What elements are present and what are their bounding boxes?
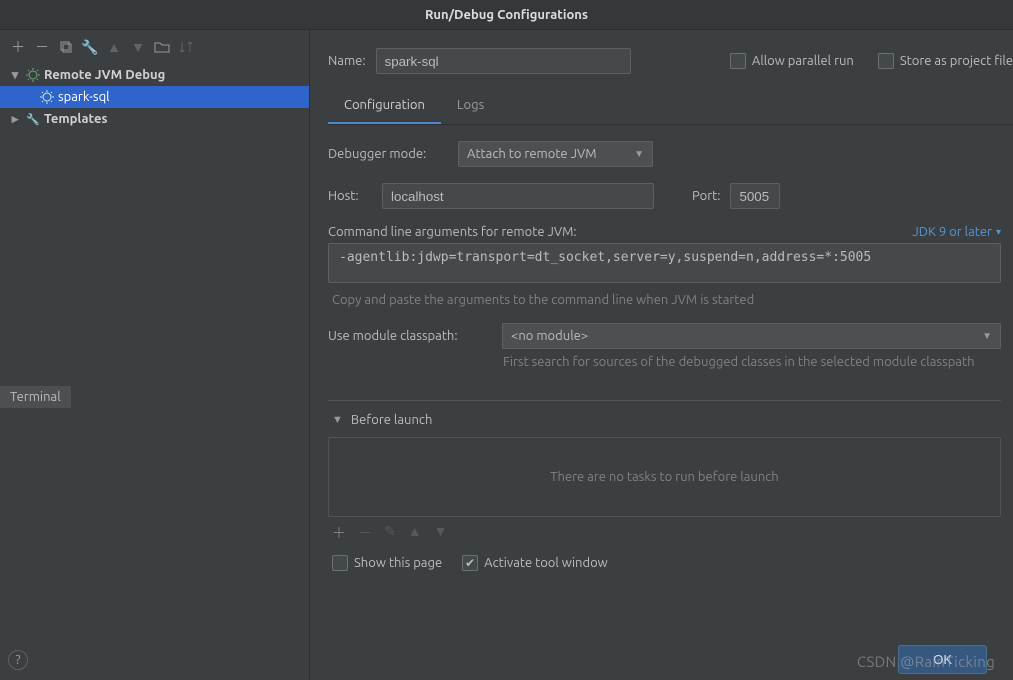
tabs: Configuration Logs — [328, 90, 1013, 125]
help-button[interactable]: ? — [8, 650, 28, 670]
cmdargs-label: Command line arguments for remote JVM: — [328, 225, 577, 239]
tree-node-spark-sql[interactable]: spark-sql — [0, 86, 309, 108]
show-this-page-checkbox[interactable] — [332, 555, 348, 571]
debugger-mode-select[interactable]: Attach to remote JVM ▼ — [458, 141, 653, 167]
wrench-icon: 🔧 — [26, 112, 40, 126]
name-label: Name: — [328, 54, 366, 68]
chevron-down-icon: ▼ — [332, 414, 343, 426]
before-launch-list: There are no tasks to run before launch — [328, 437, 1001, 517]
activate-tool-window-label: Activate tool window — [484, 556, 608, 570]
window-title: Run/Debug Configurations — [0, 0, 1013, 30]
jdk-label: JDK 9 or later — [912, 225, 992, 239]
terminal-tab[interactable]: Terminal — [0, 386, 71, 408]
down-icon[interactable]: ▼ — [434, 523, 448, 543]
remove-icon[interactable]: － — [358, 523, 372, 543]
module-classpath-label: Use module classpath: — [328, 329, 492, 343]
store-project-file-checkbox[interactable] — [878, 53, 894, 69]
activate-tool-window-checkbox[interactable] — [462, 555, 478, 571]
show-this-page-label: Show this page — [354, 556, 442, 570]
allow-parallel-label: Allow parallel run — [752, 54, 854, 68]
remove-icon[interactable]: － — [34, 39, 50, 55]
tree-node-remote-jvm-debug[interactable]: ▾ Remote JVM Debug — [0, 64, 309, 86]
module-classpath-select[interactable]: <no module> ▼ — [502, 323, 1001, 349]
up-icon[interactable]: ▲ — [106, 39, 122, 55]
tree-node-label: Templates — [44, 112, 108, 126]
copy-icon[interactable] — [58, 39, 74, 55]
jdk-select[interactable]: JDK 9 or later ▾ — [912, 225, 1001, 239]
name-input[interactable] — [376, 48, 631, 74]
tree-node-label: Remote JVM Debug — [44, 68, 165, 82]
wrench-icon[interactable]: 🔧 — [82, 39, 98, 55]
copy-hint: Copy and paste the arguments to the comm… — [332, 293, 1007, 307]
tree-node-label: spark-sql — [58, 90, 110, 104]
config-tree: ▾ Remote JVM Debug spark-sql ▸ 🔧 Templat… — [0, 59, 309, 680]
host-input[interactable] — [382, 183, 654, 209]
store-project-file-label: Store as project file — [900, 54, 1013, 68]
tree-node-templates[interactable]: ▸ 🔧 Templates — [0, 108, 309, 130]
tree-toolbar: ＋ － 🔧 ▲ ▼ — [0, 35, 309, 59]
right-panel: Name: Allow parallel run Store as projec… — [310, 30, 1013, 680]
before-launch-label: Before launch — [351, 413, 432, 427]
left-panel: ＋ － 🔧 ▲ ▼ ▾ Remote JVM Debug — [0, 30, 310, 680]
chevron-down-icon: ▾ — [8, 68, 22, 83]
before-launch-expander[interactable]: ▼ Before launch — [328, 401, 1007, 437]
host-label: Host: — [328, 189, 372, 203]
up-icon[interactable]: ▲ — [408, 523, 422, 543]
before-launch-toolbar: ＋ － ✎ ▲ ▼ — [328, 517, 1007, 549]
sort-icon[interactable] — [178, 39, 194, 55]
port-input[interactable] — [730, 183, 780, 209]
port-label: Port: — [692, 189, 720, 203]
module-classpath-value: <no module> — [511, 329, 588, 343]
tab-logs[interactable]: Logs — [441, 90, 500, 124]
ok-button[interactable]: OK — [898, 645, 987, 674]
chevron-down-icon: ▼ — [634, 148, 644, 160]
debug-icon — [40, 90, 54, 104]
chevron-right-icon: ▸ — [8, 112, 22, 127]
add-icon[interactable]: ＋ — [10, 39, 26, 55]
before-launch-empty: There are no tasks to run before launch — [550, 470, 778, 484]
module-classpath-hint: First search for sources of the debugged… — [503, 353, 1003, 371]
cmdargs-textarea[interactable]: -agentlib:jdwp=transport=dt_socket,serve… — [328, 243, 1001, 283]
debugger-mode-value: Attach to remote JVM — [467, 147, 597, 161]
debug-icon — [26, 68, 40, 82]
tab-configuration[interactable]: Configuration — [328, 90, 441, 124]
edit-icon[interactable]: ✎ — [384, 523, 396, 543]
chevron-down-icon: ▾ — [996, 226, 1001, 238]
allow-parallel-checkbox[interactable] — [730, 53, 746, 69]
chevron-down-icon: ▼ — [982, 330, 992, 342]
down-icon[interactable]: ▼ — [130, 39, 146, 55]
debugger-mode-label: Debugger mode: — [328, 147, 448, 161]
add-icon[interactable]: ＋ — [332, 523, 346, 543]
folder-icon[interactable] — [154, 39, 170, 55]
